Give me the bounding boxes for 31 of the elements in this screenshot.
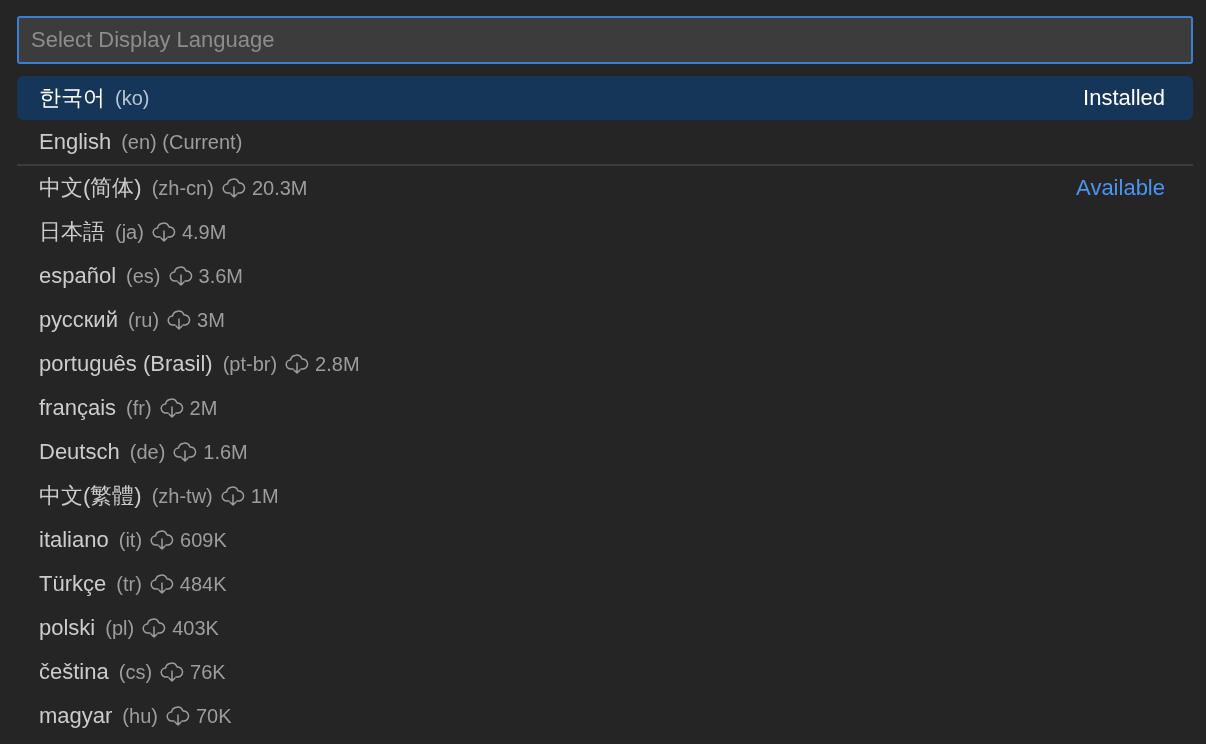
language-item[interactable]: čeština (cs) 76K (17, 650, 1193, 694)
language-item[interactable]: 中文(繁體) (zh-tw) 1M (17, 474, 1193, 518)
cloud-download-icon (150, 530, 175, 550)
cloud-download-icon (159, 398, 184, 418)
language-item[interactable]: español (es) 3.6M (17, 254, 1193, 298)
language-item[interactable]: 日本語 (ja) 4.9M (17, 210, 1193, 254)
group-label: Installed (1083, 85, 1165, 111)
language-item[interactable]: Deutsch (de) 1.6M (17, 430, 1193, 474)
language-item[interactable]: italiano (it) 609K (17, 518, 1193, 562)
cloud-download-icon (220, 486, 245, 506)
cloud-download-icon (160, 662, 185, 682)
group-label[interactable]: Available (1076, 175, 1165, 201)
cloud-download-icon (285, 354, 310, 374)
language-item[interactable]: русский (ru) 3M (17, 298, 1193, 342)
language-item[interactable]: português (Brasil) (pt-br) 2.8M (17, 342, 1193, 386)
cloud-download-icon (165, 706, 190, 726)
cloud-download-icon (168, 266, 193, 286)
language-item[interactable]: English (en) (Current) (17, 120, 1193, 164)
language-item[interactable]: magyar (hu) 70K (17, 694, 1193, 738)
language-item[interactable]: 한국어 (ko) Installed (17, 76, 1193, 120)
search-field[interactable]: Select Display Language (17, 16, 1193, 64)
cloud-download-icon (167, 310, 192, 330)
cloud-download-icon (149, 574, 174, 594)
cloud-download-icon (173, 442, 198, 462)
language-item[interactable]: polski (pl) 403K (17, 606, 1193, 650)
cloud-download-icon (142, 618, 167, 638)
language-item[interactable]: français (fr) 2M (17, 386, 1193, 430)
language-item[interactable]: 中文(简体) (zh-cn) 20.3M Available (17, 166, 1193, 210)
language-item[interactable]: Türkçe (tr) 484K (17, 562, 1193, 606)
cloud-download-icon (221, 178, 246, 198)
cloud-download-icon (151, 222, 176, 242)
